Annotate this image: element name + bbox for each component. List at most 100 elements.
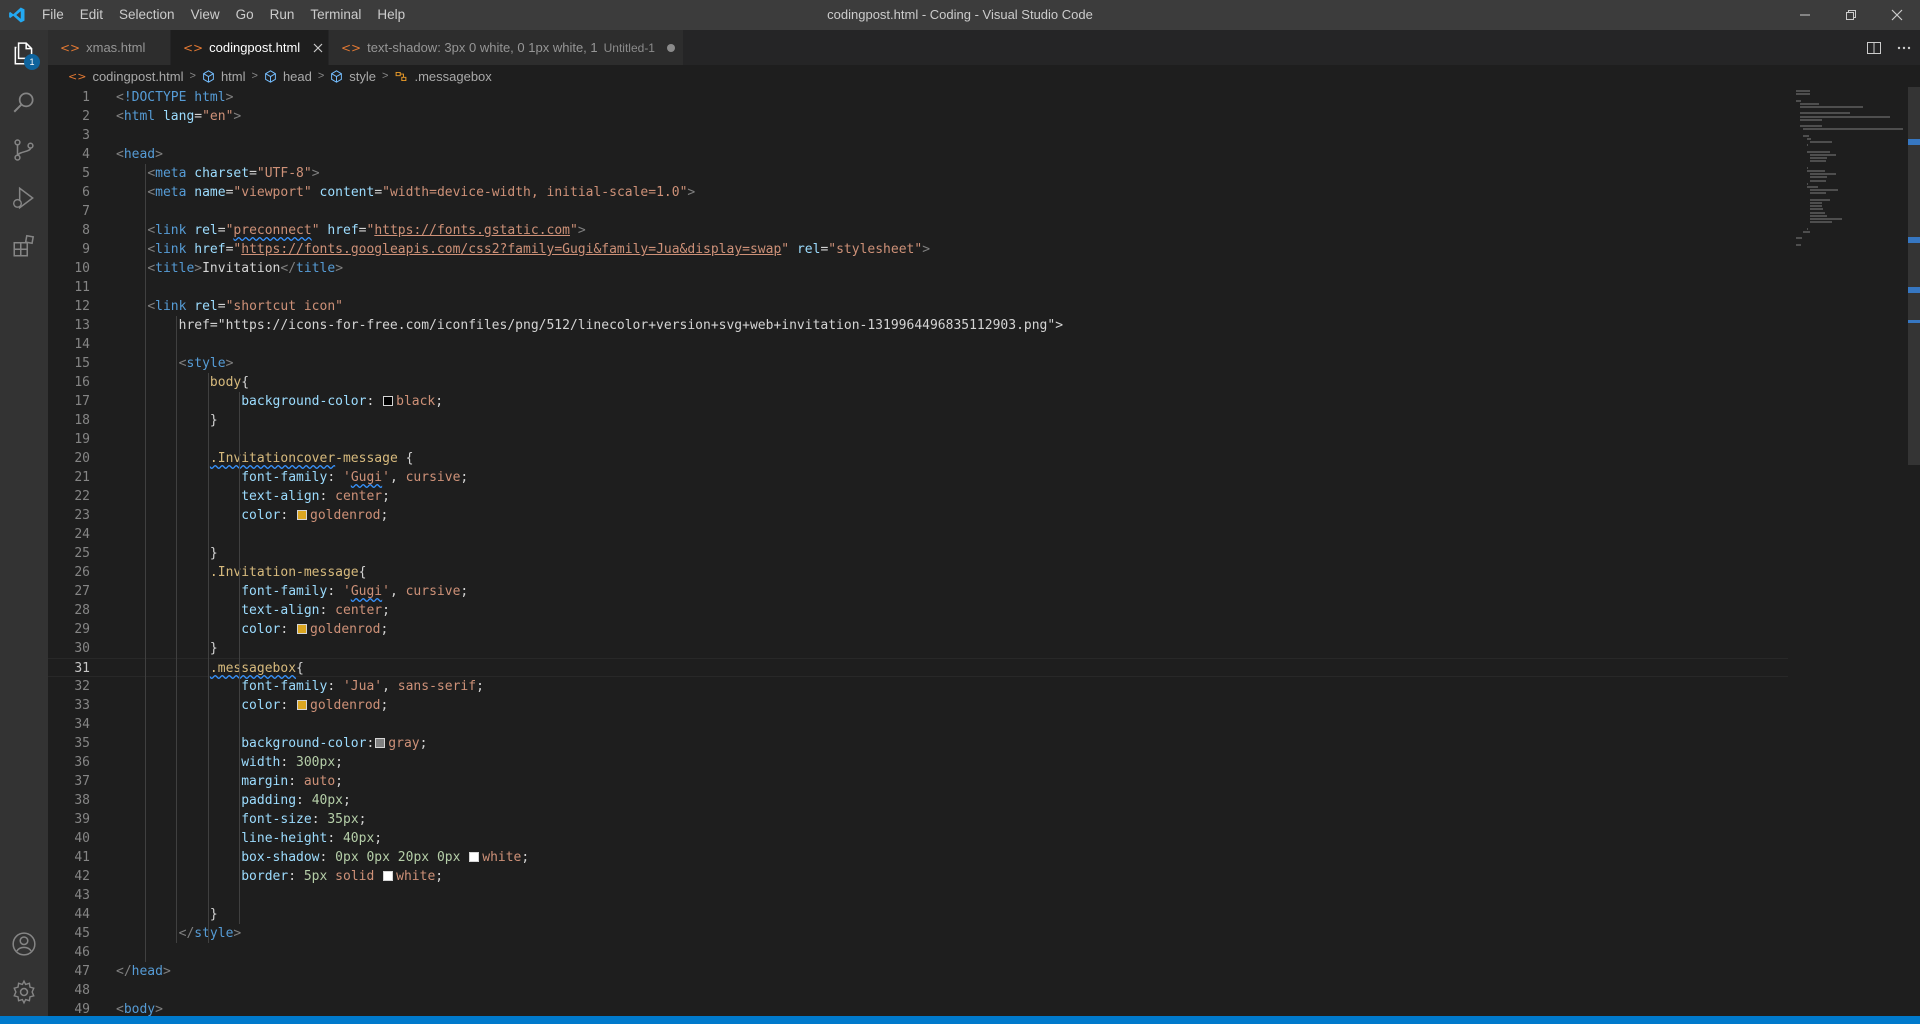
code-line[interactable]: 3 bbox=[48, 126, 1788, 145]
breadcrumb-file[interactable]: <> codingpost.html bbox=[68, 69, 184, 84]
minimap-line bbox=[1799, 112, 1850, 115]
code-line[interactable]: 32 font-family: 'Jua', sans-serif; bbox=[48, 677, 1788, 696]
code-line[interactable]: 24 bbox=[48, 525, 1788, 544]
code-line[interactable]: 15 <style> bbox=[48, 354, 1788, 373]
manage-button[interactable] bbox=[0, 968, 48, 1016]
code-line[interactable]: 31 .messagebox{ bbox=[48, 658, 1788, 677]
extensions-button[interactable] bbox=[0, 222, 48, 270]
code-line[interactable]: 35 background-color: gray; bbox=[48, 734, 1788, 753]
tab-close-button[interactable] bbox=[310, 40, 326, 56]
tab-codingpost-html[interactable]: <> codingpost.html bbox=[171, 30, 329, 65]
code-line[interactable]: 30 } bbox=[48, 639, 1788, 658]
code-line[interactable]: 11 bbox=[48, 278, 1788, 297]
editor-scrollbar[interactable] bbox=[1908, 87, 1920, 1016]
code-line[interactable]: 14 bbox=[48, 335, 1788, 354]
color-swatch-icon[interactable] bbox=[297, 624, 308, 634]
restore-button[interactable] bbox=[1828, 0, 1874, 30]
unsaved-dot-icon[interactable] bbox=[666, 43, 675, 52]
code-line[interactable]: 34 bbox=[48, 715, 1788, 734]
code-line[interactable]: 38 padding: 40px; bbox=[48, 791, 1788, 810]
code-line[interactable]: 22 text-align: center; bbox=[48, 487, 1788, 506]
code-line[interactable]: 18 } bbox=[48, 411, 1788, 430]
code-line[interactable]: 43 bbox=[48, 886, 1788, 905]
menu-edit[interactable]: Edit bbox=[72, 0, 111, 30]
minimize-button[interactable] bbox=[1782, 0, 1828, 30]
code-line[interactable]: 20 .Invitationcover-message { bbox=[48, 449, 1788, 468]
code-line[interactable]: 1 <!DOCTYPE html> bbox=[48, 88, 1788, 107]
menu-run[interactable]: Run bbox=[262, 0, 303, 30]
color-swatch-icon[interactable] bbox=[383, 871, 394, 881]
code-line[interactable]: 39 font-size: 35px; bbox=[48, 810, 1788, 829]
breadcrumb-messagebox[interactable]: .messagebox bbox=[394, 69, 492, 84]
code-line[interactable]: 6 <meta name="viewport" content="width=d… bbox=[48, 183, 1788, 202]
tab-untitled-1[interactable]: <> text-shadow: 3px 0 white, 0 1px white… bbox=[329, 30, 684, 65]
menu-file[interactable]: File bbox=[34, 0, 72, 30]
code-line[interactable]: 13 href="https://icons-for-free.com/icon… bbox=[48, 316, 1788, 335]
code-line[interactable]: 23 color: goldenrod; bbox=[48, 506, 1788, 525]
minimap-line bbox=[1806, 182, 1808, 185]
menu-terminal[interactable]: Terminal bbox=[302, 0, 369, 30]
minimap-line bbox=[1810, 160, 1826, 163]
activity-bar: 1 bbox=[0, 30, 48, 1016]
color-swatch-icon[interactable] bbox=[297, 510, 308, 520]
code-line[interactable]: 4 <head> bbox=[48, 145, 1788, 164]
code-line[interactable]: 41 box-shadow: 0px 0px 20px 0px white; bbox=[48, 848, 1788, 867]
run-debug-button[interactable] bbox=[0, 174, 48, 222]
code-line[interactable]: 17 background-color: black; bbox=[48, 392, 1788, 411]
code-text: <body> bbox=[116, 1002, 163, 1016]
code-line[interactable]: 49 <body> bbox=[48, 1000, 1788, 1016]
menu-view[interactable]: View bbox=[183, 0, 228, 30]
split-editor-icon[interactable] bbox=[1866, 40, 1882, 56]
code-line[interactable]: 5 <meta charset="UTF-8"> bbox=[48, 164, 1788, 183]
code-line[interactable]: 45 </style> bbox=[48, 924, 1788, 943]
code-line[interactable]: 27 font-family: 'Gugi', cursive; bbox=[48, 582, 1788, 601]
explorer-button[interactable]: 1 bbox=[0, 30, 48, 78]
code-line[interactable]: 9 <link href="https://fonts.googleapis.c… bbox=[48, 240, 1788, 259]
code-line[interactable]: 42 border: 5px solid white; bbox=[48, 867, 1788, 886]
close-icon bbox=[1891, 9, 1903, 21]
breadcrumb-html[interactable]: html bbox=[202, 69, 246, 84]
code-line[interactable]: 46 bbox=[48, 943, 1788, 962]
code-line[interactable]: 47 </head> bbox=[48, 962, 1788, 981]
tab-xmas-html[interactable]: <> xmas.html bbox=[48, 30, 171, 65]
code-line[interactable]: 10 <title>Invitation</title> bbox=[48, 259, 1788, 278]
code-line[interactable]: 28 text-align: center; bbox=[48, 601, 1788, 620]
source-control-button[interactable] bbox=[0, 126, 48, 174]
code-line[interactable]: 12 <link rel="shortcut icon" bbox=[48, 297, 1788, 316]
minimap[interactable] bbox=[1788, 87, 1908, 1016]
search-button[interactable] bbox=[0, 78, 48, 126]
code-line[interactable]: 40 line-height: 40px; bbox=[48, 829, 1788, 848]
menu-go[interactable]: Go bbox=[228, 0, 262, 30]
menu-help[interactable]: Help bbox=[369, 0, 413, 30]
code-line[interactable]: 19 bbox=[48, 430, 1788, 449]
code-line[interactable]: 8 <link rel="preconnect" href="https://f… bbox=[48, 221, 1788, 240]
code-line[interactable]: 44 } bbox=[48, 905, 1788, 924]
code-line[interactable]: 2 <html lang="en"> bbox=[48, 107, 1788, 126]
code-line[interactable]: 7 bbox=[48, 202, 1788, 221]
code-line[interactable]: 21 font-family: 'Gugi', cursive; bbox=[48, 468, 1788, 487]
minimap-line bbox=[1810, 192, 1826, 195]
breadcrumb-style[interactable]: style bbox=[330, 69, 376, 84]
code-text: font-size: 35px; bbox=[241, 812, 367, 827]
accounts-button[interactable] bbox=[0, 920, 48, 968]
code-editor[interactable]: 1 <!DOCTYPE html> 2 <html lang="en"> 3 4 <head… bbox=[48, 87, 1788, 1016]
code-line[interactable]: 48 bbox=[48, 981, 1788, 1000]
color-swatch-icon[interactable] bbox=[383, 396, 394, 406]
color-swatch-icon[interactable] bbox=[375, 738, 386, 748]
more-actions-icon[interactable] bbox=[1896, 40, 1912, 56]
color-swatch-icon[interactable] bbox=[297, 700, 308, 710]
code-line[interactable]: 33 color: goldenrod; bbox=[48, 696, 1788, 715]
code-line[interactable]: 37 margin: auto; bbox=[48, 772, 1788, 791]
code-line[interactable]: 26 .Invitation-message{ bbox=[48, 563, 1788, 582]
code-line[interactable]: 36 width: 300px; bbox=[48, 753, 1788, 772]
menu-bar: File Edit Selection View Go Run Terminal Help bbox=[34, 0, 413, 30]
close-window-button[interactable] bbox=[1874, 0, 1920, 30]
line-number: 12 bbox=[74, 299, 90, 314]
code-line[interactable]: 25 } bbox=[48, 544, 1788, 563]
code-line[interactable]: 29 color: goldenrod; bbox=[48, 620, 1788, 639]
menu-selection[interactable]: Selection bbox=[111, 0, 183, 30]
breadcrumb-head[interactable]: head bbox=[264, 69, 312, 84]
line-number: 46 bbox=[74, 945, 90, 960]
code-line[interactable]: 16 body{ bbox=[48, 373, 1788, 392]
color-swatch-icon[interactable] bbox=[469, 852, 480, 862]
